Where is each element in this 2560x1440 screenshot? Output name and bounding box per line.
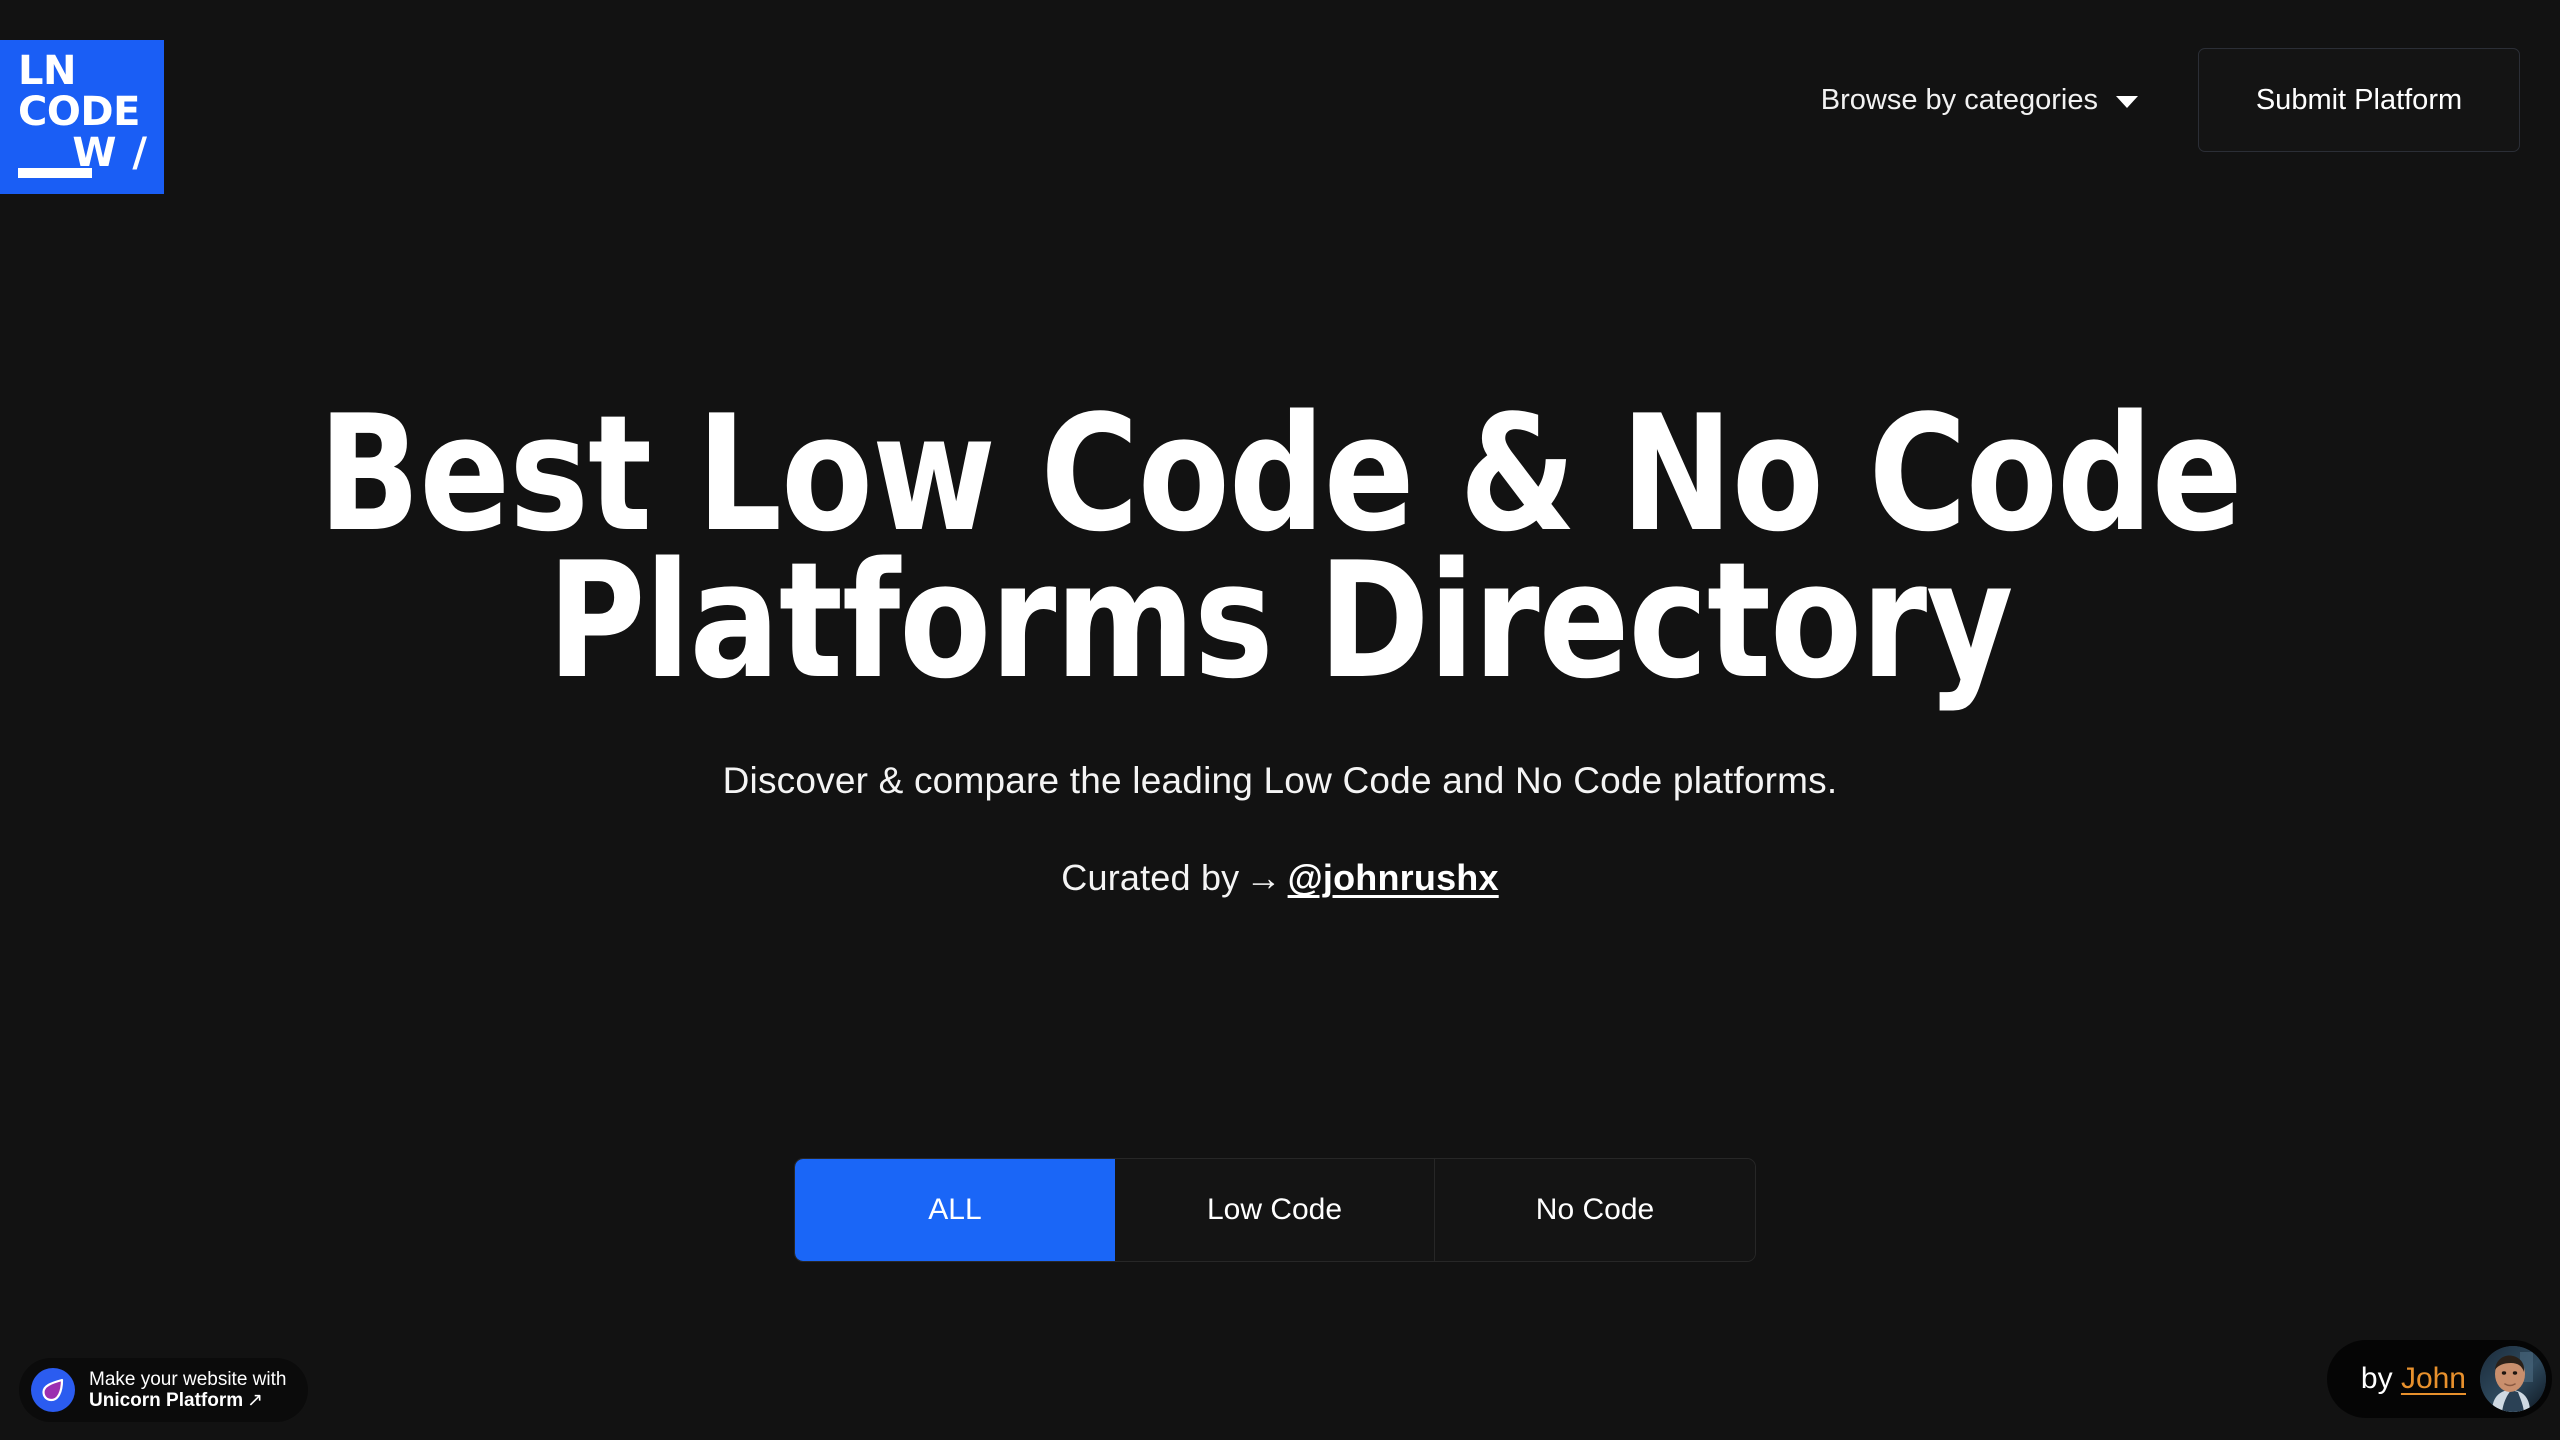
logo-line-2: CODE: [18, 89, 140, 135]
unicorn-droplet-icon: [31, 1368, 75, 1412]
external-link-icon: ↗: [247, 1390, 264, 1411]
submit-platform-button[interactable]: Submit Platform: [2198, 48, 2520, 152]
page-title-line-2: Platforms Directory: [547, 527, 2013, 715]
tab-all[interactable]: ALL: [795, 1159, 1115, 1261]
tab-low-code[interactable]: Low Code: [1115, 1159, 1435, 1261]
by-label: by: [2360, 1362, 2393, 1395]
unicorn-badge-text: Make your website with Unicorn Platform ↗: [89, 1369, 286, 1412]
site-header: LN CODE W / Browse by categories Submit …: [0, 0, 2560, 200]
by-john-text: by John: [2361, 1362, 2466, 1396]
page-title: Best Low Code & No Code Platforms Direct…: [90, 380, 2471, 715]
chevron-down-icon: [2116, 96, 2138, 108]
hero-section: Best Low Code & No Code Platforms Direct…: [0, 380, 2560, 899]
site-logo[interactable]: LN CODE W /: [0, 40, 164, 194]
logo-square: LN CODE W /: [0, 40, 164, 194]
by-john-badge[interactable]: by John: [2326, 1340, 2552, 1418]
tab-no-code[interactable]: No Code: [1435, 1159, 1755, 1261]
unicorn-platform-name: Unicorn Platform: [89, 1390, 244, 1411]
curator-handle-link[interactable]: @johnrushx: [1288, 857, 1499, 898]
unicorn-badge-line-1: Make your website with: [89, 1368, 287, 1390]
curated-by-line: Curated by → @johnrushx: [0, 857, 2560, 899]
logo-underscore-bar: [18, 168, 92, 178]
john-name-link: John: [2400, 1362, 2466, 1395]
page-title-line-1: Best Low Code & No Code: [318, 380, 2242, 567]
arrow-right-icon: →: [1245, 857, 1282, 899]
unicorn-platform-badge[interactable]: Make your website with Unicorn Platform ↗: [19, 1358, 309, 1422]
logo-line-1: LN: [18, 48, 76, 94]
avatar: [2480, 1346, 2546, 1412]
curated-by-label: Curated by: [1061, 857, 1240, 899]
browse-by-categories-label: Browse by categories: [1820, 83, 2098, 116]
browse-by-categories-dropdown[interactable]: Browse by categories: [1805, 72, 2154, 129]
hero-subtitle: Discover & compare the leading Low Code …: [722, 760, 1838, 802]
header-nav: Browse by categories Submit Platform: [1805, 48, 2520, 152]
category-filter-tabs: ALL Low Code No Code: [794, 1158, 1756, 1262]
unicorn-badge-line-2: Unicorn Platform ↗: [89, 1390, 286, 1411]
